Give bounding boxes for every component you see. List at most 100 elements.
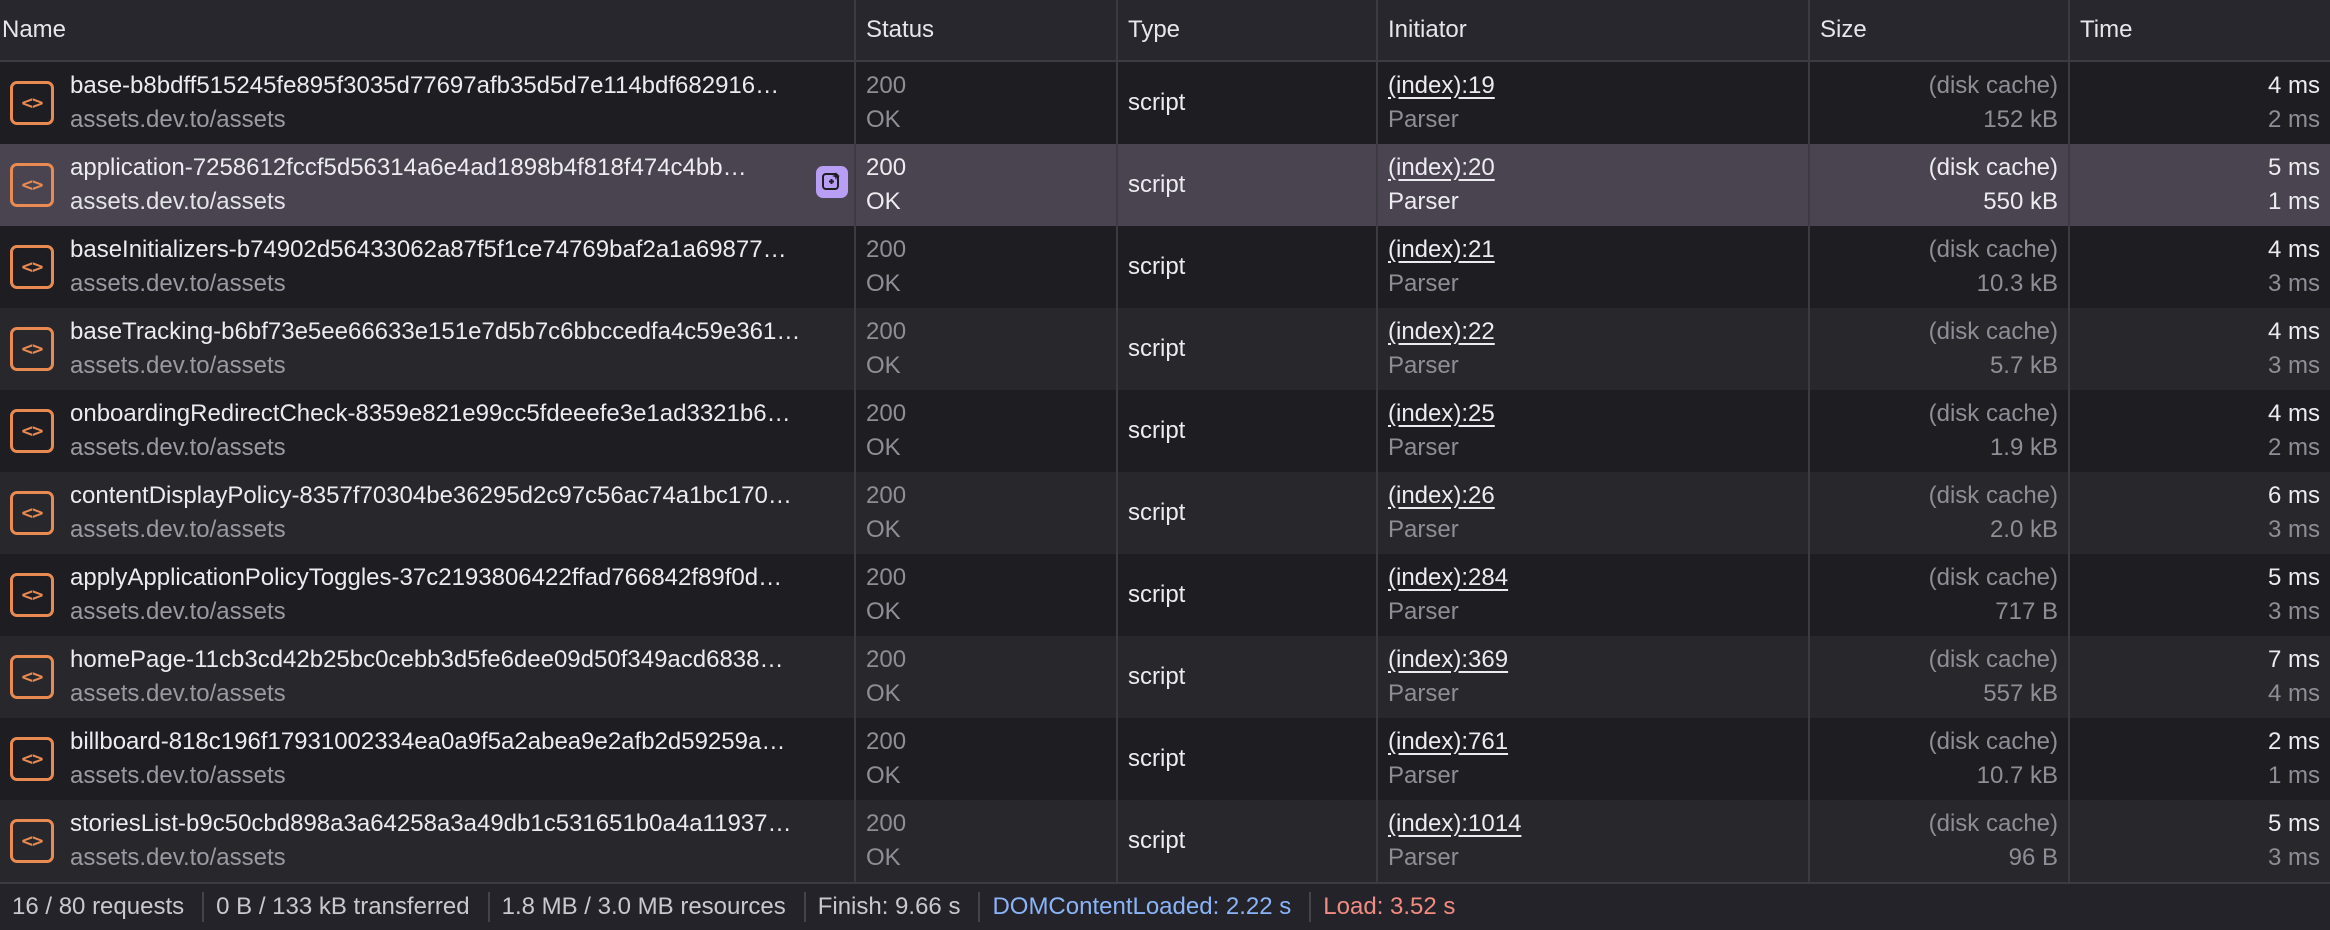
name-text: applyApplicationPolicyToggles-37c2193806… [70,561,850,629]
name-cell[interactable]: <> base-b8bdff515245fe895f3035d77697afb35… [0,62,856,144]
initiator-cell: (index):1014 Parser [1378,800,1810,882]
status-text: OK [866,106,901,133]
time-latency: 3 ms [2267,270,2320,297]
name-cell[interactable]: <> baseTracking-b6bf73e5ee66633e151e7d5b7… [0,308,856,390]
time-cell: 5 ms 3 ms [2070,554,2330,636]
size-cell: (disk cache) 550 kB [1810,144,2070,226]
status-cell: 200 OK [856,62,1118,144]
initiator-type: Parser [1388,762,1459,789]
size-transferred: (disk cache) [1928,400,2058,427]
column-header-size[interactable]: Size [1810,0,2070,60]
size-cell: (disk cache) 152 kB [1810,62,2070,144]
status-code: 200 [866,72,907,99]
request-name: billboard-818c196f17931002334ea0a9f5a2ab… [70,728,786,755]
column-header-time[interactable]: Time [2070,0,2330,60]
status-cell: 200 OK [856,800,1118,882]
size-resource: 717 B [1995,598,2058,625]
size-resource: 5.7 kB [1989,352,2058,379]
column-header-type[interactable]: Type [1118,0,1378,60]
column-header-status[interactable]: Status [856,0,1118,60]
column-header-name[interactable]: Name [0,0,856,60]
status-code: 200 [866,236,907,263]
request-domain: assets.dev.to/assets [70,762,286,789]
status-text: OK [866,434,901,461]
name-cell[interactable]: <> onboardingRedirectCheck-8359e821e99cc5… [0,390,856,472]
status-code: 200 [866,154,907,181]
time-latency: 3 ms [2267,516,2320,543]
request-row[interactable]: <> contentDisplayPolicy-8357f70304be36295… [0,472,2330,554]
name-cell[interactable]: <> baseInitializers-b74902d56433062a87f5f… [0,226,856,308]
size-cell: (disk cache) 5.7 kB [1810,308,2070,390]
status-code: 200 [866,646,907,673]
initiator-link[interactable]: (index):22 [1388,315,1798,349]
request-row[interactable]: <> application-7258612fccf5d56314a6e4ad18… [0,144,2330,226]
name-cell[interactable]: <> contentDisplayPolicy-8357f70304be36295… [0,472,856,554]
initiator-link[interactable]: (index):26 [1388,479,1798,513]
type-cell: script [1118,226,1378,308]
script-file-icon: <> [10,819,54,863]
column-header-initiator[interactable]: Initiator [1378,0,1810,60]
status-code: 200 [866,564,907,591]
initiator-cell: (index):21 Parser [1378,226,1810,308]
initiator-link[interactable]: (index):19 [1388,69,1798,103]
request-domain: assets.dev.to/assets [70,516,286,543]
initiator-link[interactable]: (index):761 [1388,725,1798,759]
status-cell: 200 OK [856,554,1118,636]
time-cell: 4 ms 3 ms [2070,308,2330,390]
request-row[interactable]: <> billboard-818c196f17931002334ea0a9f5a2… [0,718,2330,800]
name-text: application-7258612fccf5d56314a6e4ad1898… [70,151,850,219]
time-cell: 5 ms 3 ms [2070,800,2330,882]
network-panel: Name Status Type Initiator Size Time <> b… [0,0,2330,930]
name-text: onboardingRedirectCheck-8359e821e99cc5fd… [70,397,850,465]
name-cell[interactable]: <> storiesList-b9c50cbd898a3a64258a3a49db… [0,800,856,882]
status-bar: 16 / 80 requests 0 B / 133 kB transferre… [0,882,2330,930]
request-name: storiesList-b9c50cbd898a3a64258a3a49db1c… [70,810,792,837]
request-name: applyApplicationPolicyToggles-37c2193806… [70,564,783,591]
name-cell[interactable]: <> homePage-11cb3cd42b25bc0cebb3d5fe6dee0… [0,636,856,718]
request-row[interactable]: <> homePage-11cb3cd42b25bc0cebb3d5fe6dee0… [0,636,2330,718]
status-cell: 200 OK [856,472,1118,554]
request-row[interactable]: <> base-b8bdff515245fe895f3035d77697afb35… [0,62,2330,144]
type-cell: script [1118,472,1378,554]
status-text: OK [866,598,901,625]
name-cell[interactable]: <> application-7258612fccf5d56314a6e4ad18… [0,144,856,226]
initiator-link[interactable]: (index):25 [1388,397,1798,431]
initiator-link[interactable]: (index):1014 [1388,807,1798,841]
time-cell: 4 ms 2 ms [2070,390,2330,472]
size-cell: (disk cache) 717 B [1810,554,2070,636]
size-resource: 1.9 kB [1989,434,2058,461]
size-transferred: (disk cache) [1928,646,2058,673]
request-row[interactable]: <> storiesList-b9c50cbd898a3a64258a3a49db… [0,800,2330,882]
status-text: OK [866,680,901,707]
load-time: Load: 3.52 s [1323,893,1456,920]
script-file-icon: <> [10,409,54,453]
initiator-link[interactable]: (index):369 [1388,643,1798,677]
request-domain: assets.dev.to/assets [70,844,286,871]
request-name: onboardingRedirectCheck-8359e821e99cc5fd… [70,400,791,427]
script-file-icon: <> [10,327,54,371]
request-row[interactable]: <> baseTracking-b6bf73e5ee66633e151e7d5b7… [0,308,2330,390]
name-cell[interactable]: <> billboard-818c196f17931002334ea0a9f5a2… [0,718,856,800]
size-cell: (disk cache) 557 kB [1810,636,2070,718]
type-cell: script [1118,62,1378,144]
size-resource: 10.7 kB [1976,762,2058,789]
initiator-cell: (index):26 Parser [1378,472,1810,554]
request-row[interactable]: <> baseInitializers-b74902d56433062a87f5f… [0,226,2330,308]
time-total: 5 ms [2267,564,2320,591]
type-cell: script [1118,144,1378,226]
initiator-link[interactable]: (index):284 [1388,561,1798,595]
ai-assistance-icon[interactable] [816,166,848,198]
time-total: 4 ms [2267,236,2320,263]
initiator-cell: (index):25 Parser [1378,390,1810,472]
initiator-link[interactable]: (index):20 [1388,151,1798,185]
request-row[interactable]: <> applyApplicationPolicyToggles-37c21938… [0,554,2330,636]
name-text: baseInitializers-b74902d56433062a87f5f1c… [70,233,850,301]
script-file-icon: <> [10,491,54,535]
time-latency: 2 ms [2267,106,2320,133]
initiator-link[interactable]: (index):21 [1388,233,1798,267]
time-total: 4 ms [2267,318,2320,345]
request-domain: assets.dev.to/assets [70,352,286,379]
request-row[interactable]: <> onboardingRedirectCheck-8359e821e99cc5… [0,390,2330,472]
name-cell[interactable]: <> applyApplicationPolicyToggles-37c21938… [0,554,856,636]
size-resource: 10.3 kB [1976,270,2058,297]
